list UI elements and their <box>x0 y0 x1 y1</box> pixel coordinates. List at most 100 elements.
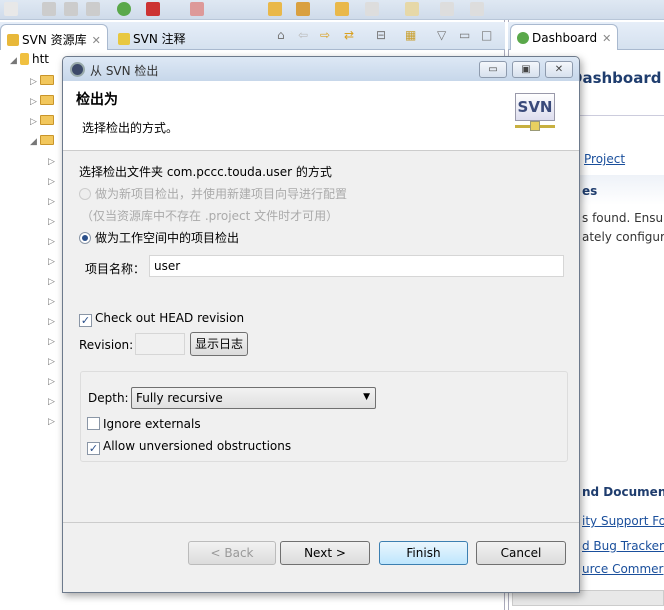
cancel-button[interactable]: Cancel <box>476 541 566 565</box>
left-tab-bar: SVN 资源库 ✕ SVN 注释 ⌂ ⇦ ⇨ ⇄ ⊟ ▦ ▽ ▭ □ <box>0 22 505 50</box>
bug-tracker-link[interactable]: d Bug Tracker <box>582 539 664 553</box>
expanded-icon[interactable]: ◢ <box>10 56 20 66</box>
tree-node-child[interactable]: ▷ <box>48 353 58 369</box>
tree-node-child[interactable]: ▷ <box>48 213 58 229</box>
back-button[interactable]: < Back <box>188 541 276 565</box>
collapsed-icon[interactable]: ▷ <box>30 77 40 87</box>
open-type-icon[interactable] <box>335 2 349 16</box>
close-button[interactable]: ✕ <box>545 61 573 78</box>
expanded-icon[interactable]: ◢ <box>30 137 40 147</box>
new-icon[interactable] <box>4 2 18 16</box>
print-icon[interactable] <box>86 2 100 16</box>
radio-icon[interactable] <box>79 232 91 244</box>
finish-button[interactable]: Finish <box>379 541 468 565</box>
chevron-down-icon: ▼ <box>363 392 370 402</box>
divider <box>575 115 664 116</box>
right-tab-bar: Dashboard ✕ <box>508 22 664 50</box>
tree-node-folder[interactable]: ▷ <box>30 93 54 109</box>
tree-node-folder[interactable]: ▷ <box>30 73 54 89</box>
support-link[interactable]: ity Support Fo <box>582 514 664 528</box>
tab-dashboard[interactable]: Dashboard ✕ <box>510 24 619 50</box>
collapsed-icon[interactable]: ▷ <box>48 337 58 347</box>
revision-input[interactable] <box>135 333 185 355</box>
folder-icon <box>40 135 54 145</box>
collapsed-icon[interactable]: ▷ <box>48 317 58 327</box>
collapsed-icon[interactable]: ▷ <box>48 417 58 427</box>
tree-node-child[interactable]: ▷ <box>48 193 58 209</box>
revision-label: Revision: <box>79 338 134 352</box>
tree-node-folder[interactable]: ◢ <box>30 133 54 149</box>
pencil-icon[interactable] <box>296 2 310 16</box>
source-link[interactable]: urce Commer <box>582 562 664 576</box>
next-button[interactable]: Next > <box>280 541 370 565</box>
tree-node-child[interactable]: ▷ <box>48 173 58 189</box>
allow-unversioned-checkbox[interactable]: ✓ Allow unversioned obstructions <box>87 439 291 455</box>
checkout-head-checkbox[interactable]: ✓ Check out HEAD revision <box>79 311 244 327</box>
checkbox-icon[interactable] <box>87 417 100 430</box>
annotation-icon[interactable] <box>405 2 419 16</box>
wizard-title: 检出为 <box>76 92 118 108</box>
close-icon[interactable]: ✕ <box>602 32 611 45</box>
maximize-button[interactable]: ▣ <box>512 61 540 78</box>
tree-node-child[interactable]: ▷ <box>48 413 58 429</box>
collapse-all-icon[interactable]: ⊟ <box>376 28 386 42</box>
tab-svn-repositories[interactable]: SVN 资源库 ✕ <box>0 24 108 50</box>
stop-icon[interactable] <box>190 2 204 16</box>
collapsed-icon[interactable]: ▷ <box>30 97 40 107</box>
checkout-prompt: 选择检出文件夹 com.pccc.touda.user 的方式 <box>79 165 332 179</box>
maximize-icon[interactable]: □ <box>481 28 492 42</box>
minimize-button[interactable]: ▭ <box>479 61 507 78</box>
checkbox-checked-icon[interactable]: ✓ <box>79 314 92 327</box>
radio-workspace-project[interactable]: 做为工作空间中的项目检出 <box>79 229 239 246</box>
collapsed-icon[interactable]: ▷ <box>48 217 58 227</box>
tree-node-child[interactable]: ▷ <box>48 293 58 309</box>
back-icon[interactable] <box>440 2 454 16</box>
tree-node-child[interactable]: ▷ <box>48 273 58 289</box>
link-icon[interactable]: ⇄ <box>344 28 354 42</box>
collapsed-icon[interactable]: ▷ <box>48 297 58 307</box>
new-repository-icon[interactable]: ▦ <box>405 28 416 42</box>
collapsed-icon[interactable]: ▷ <box>48 277 58 287</box>
tree-node-child[interactable]: ▷ <box>48 313 58 329</box>
checkbox-checked-icon[interactable]: ✓ <box>87 442 100 455</box>
project-name-input[interactable]: user <box>149 255 564 277</box>
tree-node-folder[interactable]: ▷ <box>30 113 54 129</box>
dashboard-title: Dashboard <box>570 69 662 87</box>
collapsed-icon[interactable]: ▷ <box>48 357 58 367</box>
tree-node-child[interactable]: ▷ <box>48 373 58 389</box>
forward-arrow-icon[interactable]: ⇨ <box>320 28 330 42</box>
collapsed-icon[interactable]: ▷ <box>48 157 58 167</box>
collapsed-icon[interactable]: ▷ <box>30 117 40 127</box>
collapsed-icon[interactable]: ▷ <box>48 257 58 267</box>
save-icon[interactable] <box>42 2 56 16</box>
tree-node-child[interactable]: ▷ <box>48 253 58 269</box>
collapsed-icon[interactable]: ▷ <box>48 197 58 207</box>
collapsed-icon[interactable]: ▷ <box>48 377 58 387</box>
tree-node-repository[interactable]: ◢ htt <box>10 52 49 68</box>
tab-svn-annotate[interactable]: SVN 注释 <box>112 24 192 50</box>
radio-new-project[interactable]: 做为新项目检出，并使用新建项目向导进行配置 <box>79 185 347 202</box>
tree-node-child[interactable]: ▷ <box>48 233 58 249</box>
spring-icon[interactable] <box>117 2 131 16</box>
collapsed-icon[interactable]: ▷ <box>48 237 58 247</box>
tree-node-child[interactable]: ▷ <box>48 393 58 409</box>
project-link[interactable]: Project <box>584 152 625 166</box>
show-log-button[interactable]: 显示日志 <box>190 332 248 356</box>
depth-select[interactable]: Fully recursive ▼ <box>131 387 376 409</box>
save-all-icon[interactable] <box>64 2 78 16</box>
open-folder-icon[interactable] <box>268 2 282 16</box>
ignore-externals-checkbox[interactable]: Ignore externals <box>87 417 201 431</box>
run-icon[interactable] <box>146 2 160 16</box>
tree-node-child[interactable]: ▷ <box>48 333 58 349</box>
view-menu-icon[interactable]: ▽ <box>437 28 446 42</box>
collapsed-icon[interactable]: ▷ <box>48 177 58 187</box>
tree-node-child[interactable]: ▷ <box>48 153 58 169</box>
back-arrow-icon[interactable]: ⇦ <box>298 28 308 42</box>
search-icon[interactable] <box>365 2 379 16</box>
forward-icon[interactable] <box>470 2 484 16</box>
collapsed-icon[interactable]: ▷ <box>48 397 58 407</box>
radio-icon[interactable] <box>79 188 91 200</box>
close-icon[interactable]: ✕ <box>92 34 101 47</box>
minimize-icon[interactable]: ▭ <box>459 28 470 42</box>
home-icon[interactable]: ⌂ <box>277 28 285 42</box>
